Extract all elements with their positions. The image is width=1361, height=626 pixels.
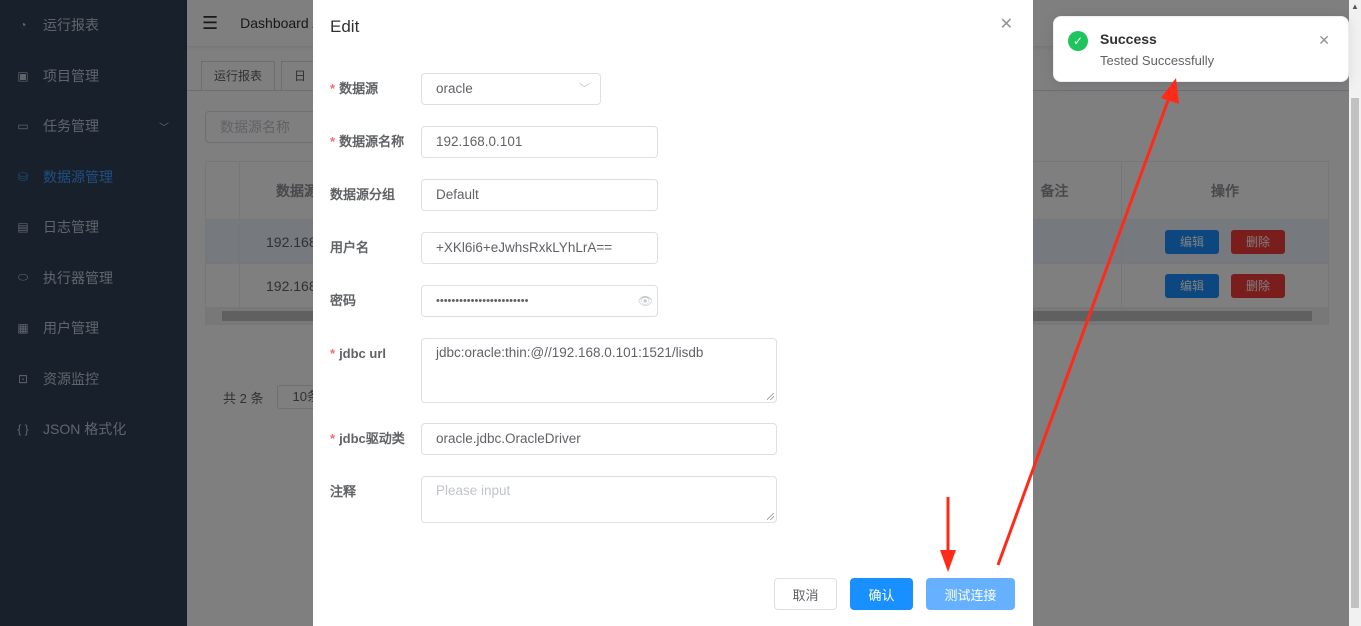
annotation-arrows xyxy=(940,78,1179,572)
arrow-to-test-button xyxy=(940,497,956,572)
arrow-to-notification xyxy=(996,78,1179,566)
